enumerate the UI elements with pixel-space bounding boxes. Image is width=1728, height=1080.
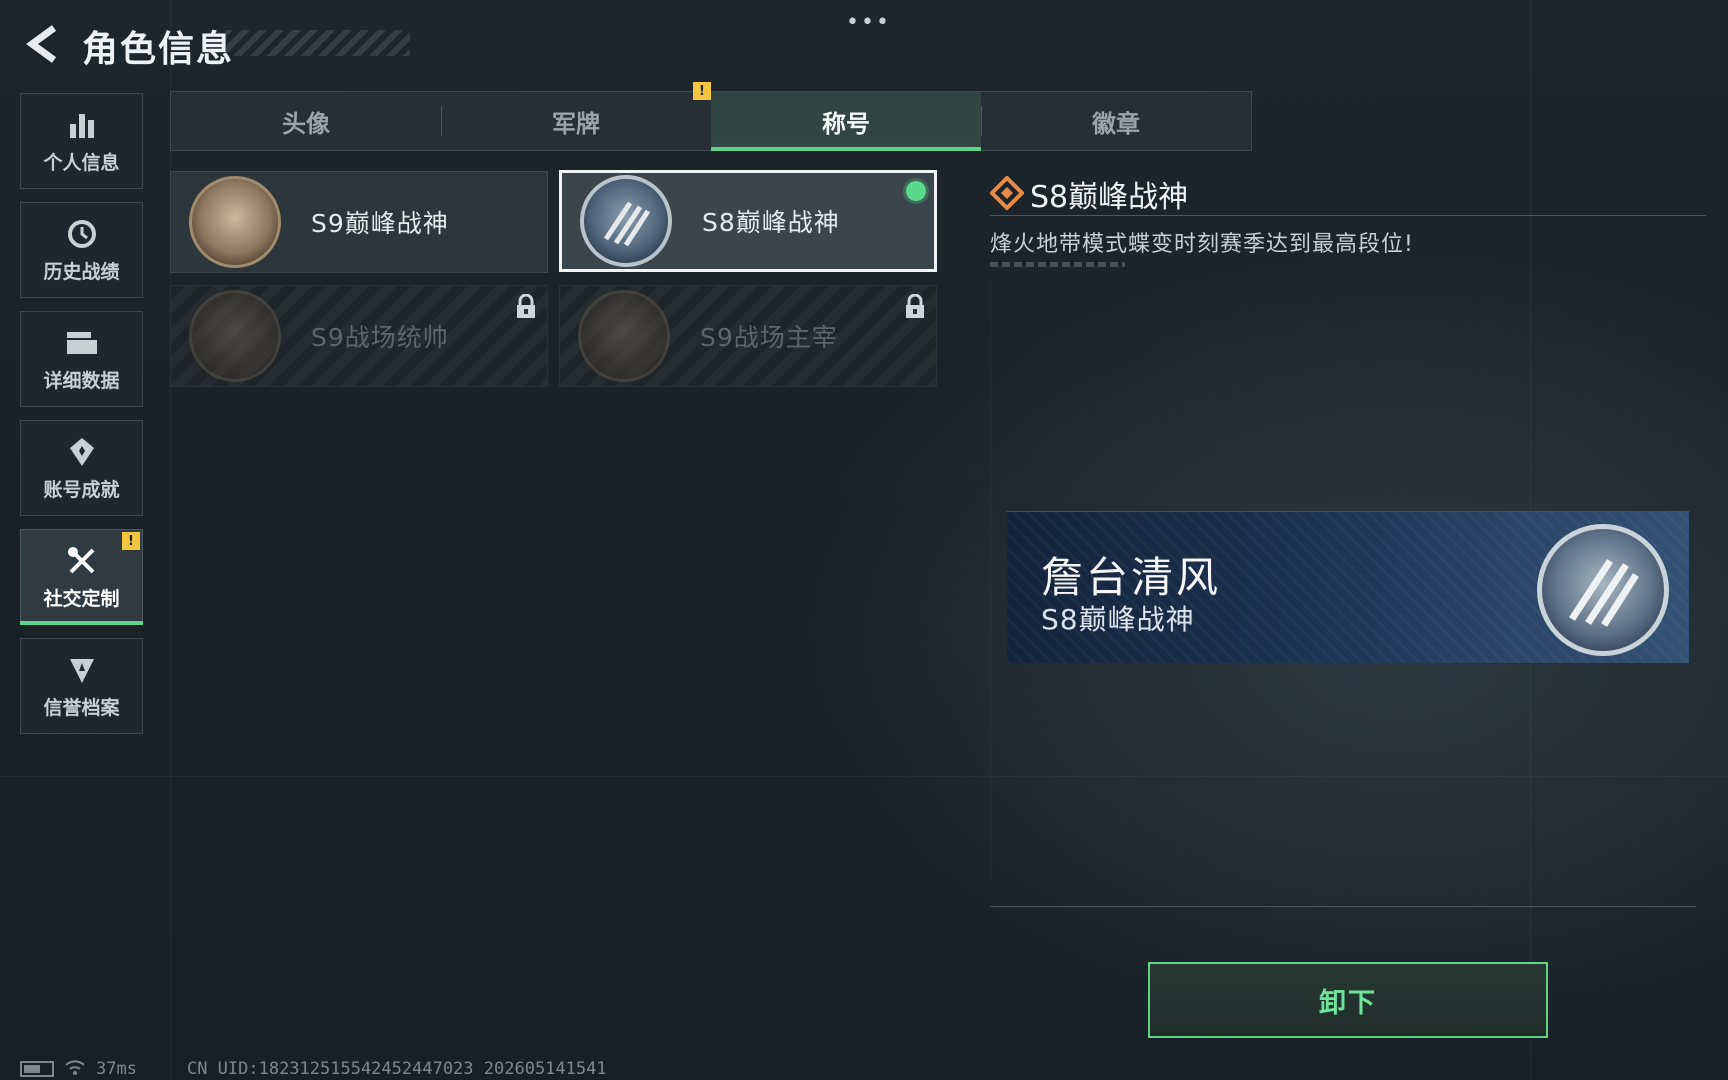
- title-emblem-icon: [578, 290, 670, 382]
- title-name: S9战场统帅: [311, 323, 449, 352]
- sidebar-item-achievements[interactable]: 账号成就: [20, 420, 143, 516]
- title-emblem-icon: [189, 176, 281, 268]
- title-card-locked[interactable]: S9战场统帅: [170, 285, 548, 387]
- sidebar-item-label: 账号成就: [43, 478, 120, 501]
- folder-icon: [65, 326, 99, 360]
- sidebar-item-social-custom[interactable]: ! 社交定制: [20, 529, 143, 625]
- bar-chart-icon: [65, 108, 99, 142]
- detail-description: 烽火地带模式蝶变时刻赛季达到最高段位!: [990, 232, 1414, 257]
- sidebar-item-label: 个人信息: [43, 151, 120, 174]
- sidebar-item-detailed-data[interactable]: 详细数据: [20, 311, 143, 407]
- tab-badge[interactable]: 徽章: [981, 92, 1251, 150]
- title-decoration: [225, 30, 410, 56]
- title-emblem-icon: [580, 175, 672, 267]
- back-arrow-icon: [26, 25, 57, 63]
- tab-label: 徽章: [1092, 109, 1140, 138]
- tab-title[interactable]: 称号: [711, 92, 981, 151]
- title-diamond-icon: [989, 175, 1025, 211]
- sidebar-item-label: 详细数据: [43, 369, 120, 392]
- lock-icon: [515, 293, 537, 320]
- detail-title: S8巅峰战神: [1030, 180, 1189, 215]
- sidebar: 个人信息 历史战绩 详细数据 账号成就 ! 社交定制 信誉档案: [20, 93, 143, 747]
- grid-line: [170, 0, 171, 1080]
- tab-label: 头像: [282, 109, 330, 138]
- grid-line: [990, 280, 991, 880]
- sidebar-item-label: 历史战绩: [43, 260, 120, 283]
- grid-line: [0, 776, 1728, 777]
- battery-icon: [20, 1061, 54, 1077]
- title-name: S9战场主宰: [700, 323, 838, 352]
- title-card-selected[interactable]: S8巅峰战神: [559, 170, 937, 272]
- tab-dog-tag[interactable]: 军牌 !: [441, 82, 711, 150]
- divider: [990, 215, 1706, 216]
- back-button[interactable]: [20, 22, 64, 66]
- title-card-locked[interactable]: S9战场主宰: [559, 285, 937, 387]
- unequip-button[interactable]: 卸下: [1148, 962, 1548, 1038]
- shield-icon: [65, 653, 99, 687]
- wifi-icon: [64, 1058, 86, 1080]
- more-options-icon[interactable]: •••: [846, 10, 891, 35]
- warning-badge: !: [693, 82, 711, 100]
- title-name: S9巅峰战神: [311, 209, 449, 238]
- uid-text: CN UID:1823125155424524470​23 2026051415…: [186, 1059, 607, 1079]
- page-title: 角色信息: [82, 29, 235, 70]
- warning-badge: !: [122, 532, 140, 550]
- tab-label: 军牌: [552, 109, 600, 138]
- sidebar-item-reputation[interactable]: 信誉档案: [20, 638, 143, 734]
- sidebar-item-label: 社交定制: [43, 587, 120, 610]
- sidebar-item-label: 信誉档案: [43, 696, 120, 719]
- title-name: S8巅峰战神: [702, 208, 840, 237]
- detail-decoration: [990, 262, 1125, 267]
- ping-text: 37ms: [96, 1059, 137, 1079]
- preview-title: S8巅峰战神: [1041, 603, 1195, 636]
- title-preview-banner: 詹台清风 S8巅峰战神: [1007, 511, 1689, 663]
- title-card[interactable]: S9巅峰战神: [170, 171, 548, 273]
- tools-icon: [65, 544, 99, 578]
- tab-avatar[interactable]: 头像: [171, 92, 441, 150]
- achievement-badge-icon: [65, 435, 99, 469]
- lock-icon: [904, 293, 926, 320]
- preview-player-name: 詹台清风: [1041, 553, 1222, 602]
- tab-label: 称号: [822, 109, 870, 138]
- history-clock-icon: [65, 217, 99, 251]
- preview-emblem-icon: [1537, 524, 1669, 656]
- title-emblem-icon: [189, 290, 281, 382]
- sidebar-item-personal-info[interactable]: 个人信息: [20, 93, 143, 189]
- status-bar: 37ms CN UID:1823125155424524470​23 20260…: [20, 1058, 607, 1080]
- category-tabs: 头像 军牌 ! 称号 徽章: [170, 82, 1252, 151]
- divider: [990, 906, 1696, 907]
- equipped-indicator-icon: [906, 181, 926, 201]
- sidebar-item-history[interactable]: 历史战绩: [20, 202, 143, 298]
